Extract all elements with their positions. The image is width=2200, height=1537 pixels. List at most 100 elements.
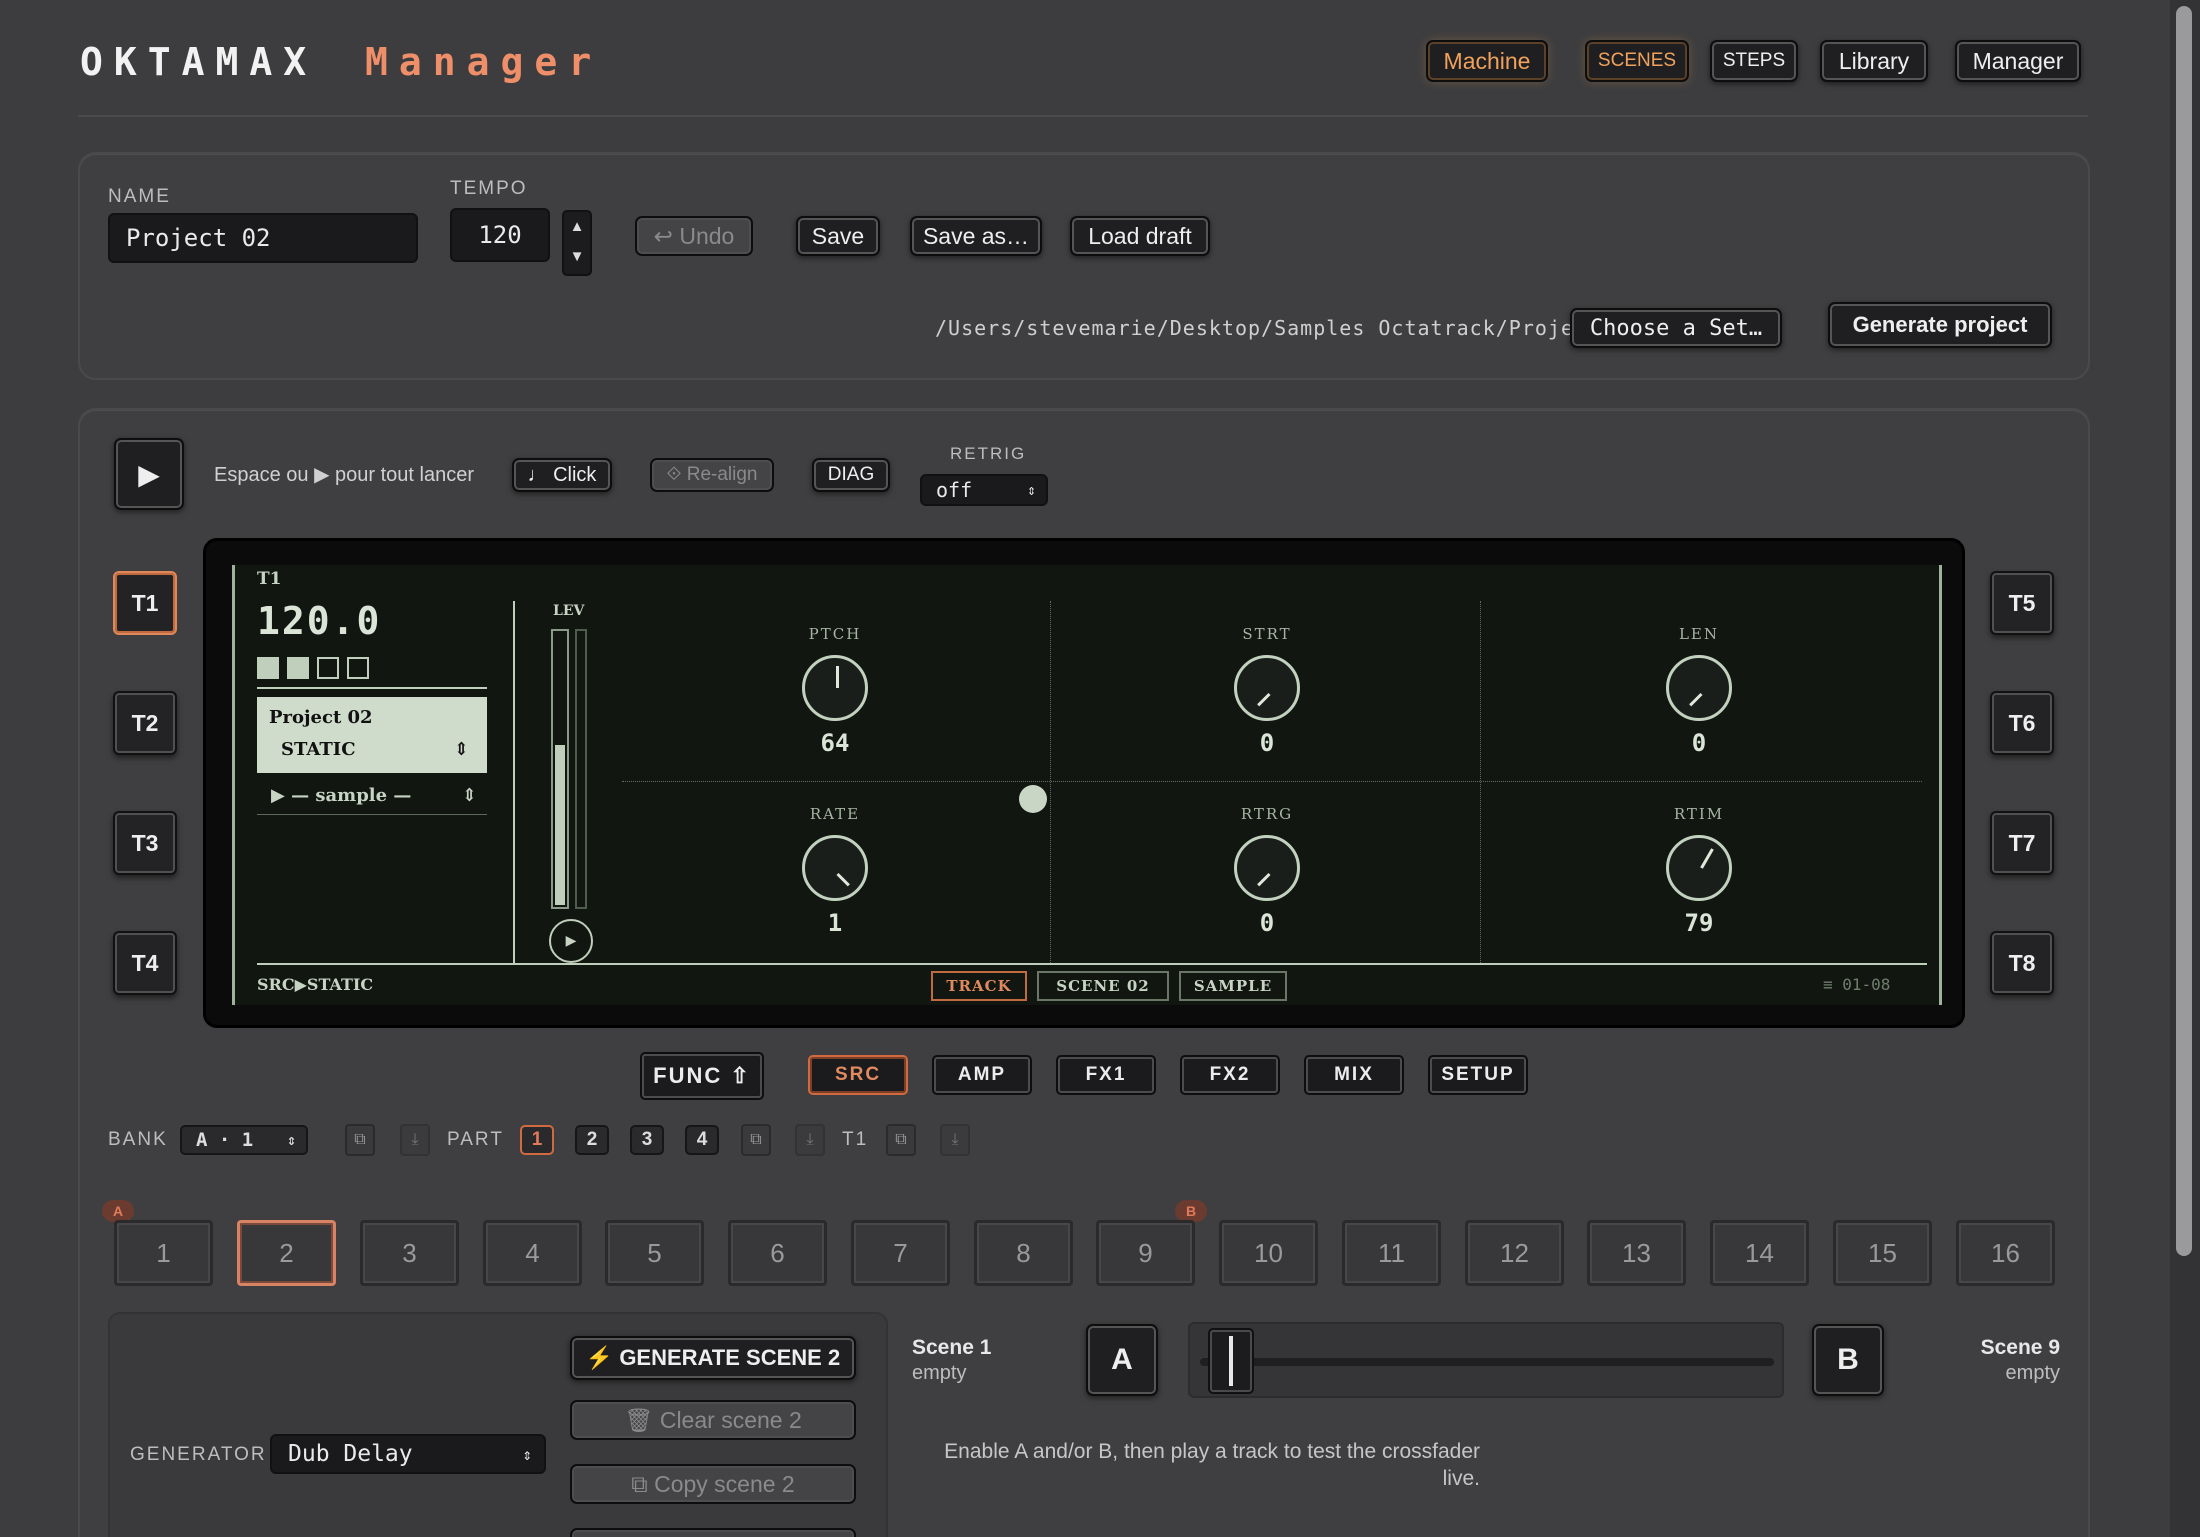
scrollbar-track[interactable] xyxy=(2170,0,2200,1537)
track-button-t4[interactable]: T4 xyxy=(113,931,177,995)
knob-label-rate: RATE xyxy=(809,805,861,823)
tempo-label: TEMPO xyxy=(450,178,528,199)
play-button[interactable]: ▶ xyxy=(114,438,184,510)
lcd-mode: STATIC xyxy=(281,739,356,760)
page-mix[interactable]: MIX xyxy=(1304,1055,1404,1095)
sample-arrows-icon: ⇕ xyxy=(461,785,477,806)
retrig-select[interactable]: off ⇕ xyxy=(920,474,1048,506)
page-fx2[interactable]: FX2 xyxy=(1180,1055,1280,1095)
step-8[interactable]: 8 xyxy=(974,1220,1073,1286)
knob-rtrg[interactable] xyxy=(1234,835,1300,901)
lcd-display: T1 120.0 Project 02 STATIC ⇕ ▶ — sample … xyxy=(232,565,1942,1005)
tempo-input[interactable]: 120 xyxy=(450,208,550,262)
step-16[interactable]: 16 xyxy=(1956,1220,2055,1286)
nav-manager[interactable]: Manager xyxy=(1955,40,2081,82)
track-button-t8[interactable]: T8 xyxy=(1990,931,2054,995)
crossfader-track[interactable] xyxy=(1188,1322,1784,1398)
step-10[interactable]: 10 xyxy=(1219,1220,1318,1286)
part-3[interactable]: 3 xyxy=(630,1125,664,1155)
step-1[interactable]: 1 xyxy=(114,1220,213,1286)
step-15[interactable]: 15 xyxy=(1833,1220,1932,1286)
knob-len[interactable] xyxy=(1666,655,1732,721)
scene-a-button[interactable]: A xyxy=(1086,1324,1158,1396)
knob-rtim[interactable] xyxy=(1666,835,1732,901)
step-11[interactable]: 11 xyxy=(1342,1220,1441,1286)
step-14[interactable]: 14 xyxy=(1710,1220,1809,1286)
knob-strt[interactable] xyxy=(1234,655,1300,721)
clear-scene-button[interactable]: 🗑 Clear scene 2 xyxy=(570,1400,856,1440)
xy-cursor[interactable] xyxy=(1019,785,1047,813)
realign-button[interactable]: ⟐ Re-align xyxy=(650,458,774,492)
brand-accent: Manager xyxy=(365,40,603,84)
lcd-tab-sample[interactable]: SAMPLE xyxy=(1179,971,1287,1001)
crossfader-handle[interactable] xyxy=(1208,1328,1254,1394)
bank-copy-icon[interactable]: ⧉ xyxy=(345,1124,375,1156)
choose-set-button[interactable]: Choose a Set… xyxy=(1570,308,1782,348)
page-src[interactable]: SRC xyxy=(808,1055,908,1095)
track-copy-icon[interactable]: ⧉ xyxy=(886,1124,916,1156)
tempo-down-icon[interactable]: ▼ xyxy=(564,242,590,272)
generate-scene-button[interactable]: ⚡ GENERATE SCENE 2 xyxy=(570,1336,856,1380)
generate-project-button[interactable]: Generate project xyxy=(1828,302,2052,348)
load-draft-button[interactable]: Load draft xyxy=(1070,216,1210,256)
track-paste-icon[interactable]: ⤓ xyxy=(940,1124,970,1156)
app-title: OKTAMAX Manager xyxy=(80,40,602,84)
page-fx1[interactable]: FX1 xyxy=(1056,1055,1156,1095)
track-button-t7[interactable]: T7 xyxy=(1990,811,2054,875)
step-4[interactable]: 4 xyxy=(483,1220,582,1286)
step-5[interactable]: 5 xyxy=(605,1220,704,1286)
save-as-button[interactable]: Save as… xyxy=(910,216,1042,256)
lcd-mode-arrows-icon: ⇕ xyxy=(453,739,469,760)
step-9[interactable]: 9 xyxy=(1096,1220,1195,1286)
track-copy-label: T1 xyxy=(842,1129,869,1150)
part-4[interactable]: 4 xyxy=(685,1125,719,1155)
step-3[interactable]: 3 xyxy=(360,1220,459,1286)
bank-select[interactable]: A · 1 ⇕ xyxy=(180,1125,308,1155)
lcd-play-icon[interactable]: ▶ xyxy=(549,919,593,963)
part-2[interactable]: 2 xyxy=(575,1125,609,1155)
tempo-stepper[interactable]: ▲ ▼ xyxy=(562,210,592,276)
track-button-t2[interactable]: T2 xyxy=(113,691,177,755)
nav-machine[interactable]: Machine xyxy=(1426,40,1548,82)
step-12[interactable]: 12 xyxy=(1465,1220,1564,1286)
lcd-sample-select[interactable]: ▶ — sample — ⇕ xyxy=(257,779,487,815)
save-button[interactable]: Save xyxy=(796,216,880,256)
track-button-t3[interactable]: T3 xyxy=(113,811,177,875)
name-input[interactable]: Project 02 xyxy=(108,213,418,263)
lcd-project-box[interactable]: Project 02 STATIC ⇕ xyxy=(257,697,487,773)
step-6[interactable]: 6 xyxy=(728,1220,827,1286)
generator-select[interactable]: Dub Delay ⇕ xyxy=(270,1434,546,1474)
step-2[interactable]: 2 xyxy=(237,1220,336,1286)
tempo-up-icon[interactable]: ▲ xyxy=(564,212,590,242)
scene-b-title: Scene 9 xyxy=(1980,1336,2060,1359)
scrollbar-thumb[interactable] xyxy=(2176,6,2192,1256)
part-copy-icon[interactable]: ⧉ xyxy=(741,1124,771,1156)
copy-scene-button[interactable]: ⧉ Copy scene 2 xyxy=(570,1464,856,1504)
step-13[interactable]: 13 xyxy=(1587,1220,1686,1286)
generator-extra-button[interactable] xyxy=(570,1528,856,1537)
part-paste-icon[interactable]: ⤓ xyxy=(795,1124,825,1156)
lcd-tab-track[interactable]: TRACK xyxy=(931,971,1027,1001)
knob-rate[interactable] xyxy=(802,835,868,901)
knob-ptch[interactable] xyxy=(802,655,868,721)
track-button-t5[interactable]: T5 xyxy=(1990,571,2054,635)
knob-value-rtrg: 0 xyxy=(1259,909,1275,937)
knob-value-rate: 1 xyxy=(827,909,843,937)
knob-value-len: 0 xyxy=(1691,729,1707,757)
bank-paste-icon[interactable]: ⤓ xyxy=(400,1124,430,1156)
click-button[interactable]: ♩ Click xyxy=(512,458,612,492)
nav-library[interactable]: Library xyxy=(1820,40,1928,82)
diag-button[interactable]: DIAG xyxy=(812,458,890,492)
track-button-t1[interactable]: T1 xyxy=(113,571,177,635)
scene-b-button[interactable]: B xyxy=(1812,1324,1884,1396)
lcd-tab-scene[interactable]: SCENE 02 xyxy=(1037,971,1169,1001)
track-button-t6[interactable]: T6 xyxy=(1990,691,2054,755)
nav-steps[interactable]: STEPS xyxy=(1710,40,1798,82)
page-amp[interactable]: AMP xyxy=(932,1055,1032,1095)
part-1[interactable]: 1 xyxy=(520,1125,554,1155)
page-setup[interactable]: SETUP xyxy=(1428,1055,1528,1095)
nav-scenes[interactable]: SCENES xyxy=(1585,40,1689,82)
undo-button[interactable]: ↩ Undo xyxy=(635,216,753,256)
func-button[interactable]: FUNC ⇧ xyxy=(640,1052,764,1100)
step-7[interactable]: 7 xyxy=(851,1220,950,1286)
